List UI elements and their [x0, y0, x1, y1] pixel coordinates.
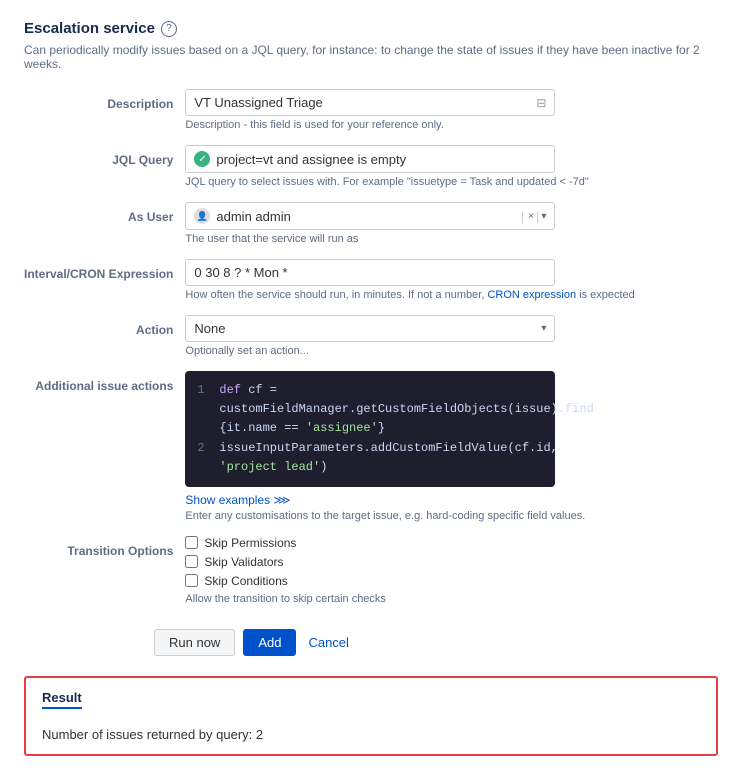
user-expand-button[interactable]: ▾	[541, 211, 546, 222]
interval-label: Interval/CRON Expression	[24, 259, 185, 315]
page-title: Escalation service	[24, 20, 155, 37]
user-sep: |	[536, 209, 539, 224]
action-dropdown[interactable]: None ▾	[185, 315, 555, 342]
description-hint: Description - this field is used for you…	[185, 119, 718, 131]
code-text-2: issueInputParameters.addCustomFieldValue…	[219, 439, 557, 477]
code-block[interactable]: 1 def cf = customFieldManager.getCustomF…	[185, 371, 555, 487]
main-form: Description ⊟ Description - this field i…	[24, 89, 718, 619]
buttons-row: Run now Add Cancel	[154, 629, 718, 656]
description-label: Description	[24, 89, 185, 145]
skip-validators-checkbox[interactable]	[185, 555, 198, 568]
skip-conditions-label: Skip Conditions	[204, 574, 287, 588]
add-button[interactable]: Add	[243, 629, 296, 656]
info-icon[interactable]: ?	[161, 21, 177, 37]
as-user-label: As User	[24, 202, 185, 259]
transition-options-label: Transition Options	[24, 536, 185, 619]
jql-row: JQL Query ✓ project=vt and assignee is e…	[24, 145, 718, 202]
show-examples-row: Show examples ⋙	[185, 493, 718, 507]
interval-row: Interval/CRON Expression 0 30 8 ? * Mon …	[24, 259, 718, 315]
jql-field[interactable]: ✓ project=vt and assignee is empty	[185, 145, 555, 173]
skip-permissions-checkbox[interactable]	[185, 536, 198, 549]
action-label: Action	[24, 315, 185, 371]
user-field-divider: |	[521, 209, 524, 224]
interval-hint: How often the service should run, in min…	[185, 289, 718, 301]
description-icon: ⊟	[536, 96, 546, 110]
page-subtitle: Can periodically modify issues based on …	[24, 43, 718, 71]
skip-validators-label: Skip Validators	[204, 555, 283, 569]
result-title: Result	[42, 690, 82, 709]
cron-expression-link[interactable]: CRON expression	[487, 289, 576, 301]
additional-actions-label: Additional issue actions	[24, 371, 185, 536]
as-user-row: As User 👤 admin admin | × | ▾ The user t…	[24, 202, 718, 259]
jql-hint: JQL query to select issues with. For exa…	[185, 176, 718, 188]
result-text: Number of issues returned by query: 2	[42, 727, 700, 742]
code-line-1: 1 def cf = customFieldManager.getCustomF…	[197, 381, 543, 439]
skip-conditions-checkbox[interactable]	[185, 574, 198, 587]
user-clear-button[interactable]: ×	[528, 211, 534, 222]
user-name-value: admin admin	[216, 209, 516, 224]
skip-validators-row: Skip Validators	[185, 555, 718, 569]
code-line-2: 2 issueInputParameters.addCustomFieldVal…	[197, 439, 543, 477]
jql-valid-icon: ✓	[194, 151, 210, 167]
additional-actions-hint: Enter any customisations to the target i…	[185, 510, 718, 522]
user-avatar-icon: 👤	[194, 208, 210, 224]
line-num-1: 1	[197, 381, 207, 439]
as-user-hint: The user that the service will run as	[185, 233, 718, 245]
transition-options-row: Transition Options Skip Permissions Skip…	[24, 536, 718, 619]
line-num-2: 2	[197, 439, 207, 477]
skip-permissions-label: Skip Permissions	[204, 536, 296, 550]
action-row: Action None ▾ Optionally set an action..…	[24, 315, 718, 371]
transition-hint: Allow the transition to skip certain che…	[185, 593, 718, 605]
additional-actions-row: Additional issue actions 1 def cf = cust…	[24, 371, 718, 536]
show-examples-link[interactable]: Show examples ⋙	[185, 493, 290, 507]
description-row: Description ⊟ Description - this field i…	[24, 89, 718, 145]
jql-label: JQL Query	[24, 145, 185, 202]
code-text-1: def cf = customFieldManager.getCustomFie…	[219, 381, 593, 439]
interval-input[interactable]: 0 30 8 ? * Mon *	[185, 259, 555, 286]
action-dropdown-arrow-icon: ▾	[541, 323, 546, 334]
jql-value: project=vt and assignee is empty	[216, 152, 406, 167]
skip-conditions-row: Skip Conditions	[185, 574, 718, 588]
result-section: Result Number of issues returned by quer…	[24, 676, 718, 756]
action-hint: Optionally set an action...	[185, 345, 718, 357]
run-now-button[interactable]: Run now	[154, 629, 235, 656]
action-value: None	[194, 321, 225, 336]
skip-permissions-row: Skip Permissions	[185, 536, 718, 550]
user-field[interactable]: 👤 admin admin | × | ▾	[185, 202, 555, 230]
description-input[interactable]	[194, 95, 536, 110]
description-field[interactable]: ⊟	[185, 89, 555, 116]
